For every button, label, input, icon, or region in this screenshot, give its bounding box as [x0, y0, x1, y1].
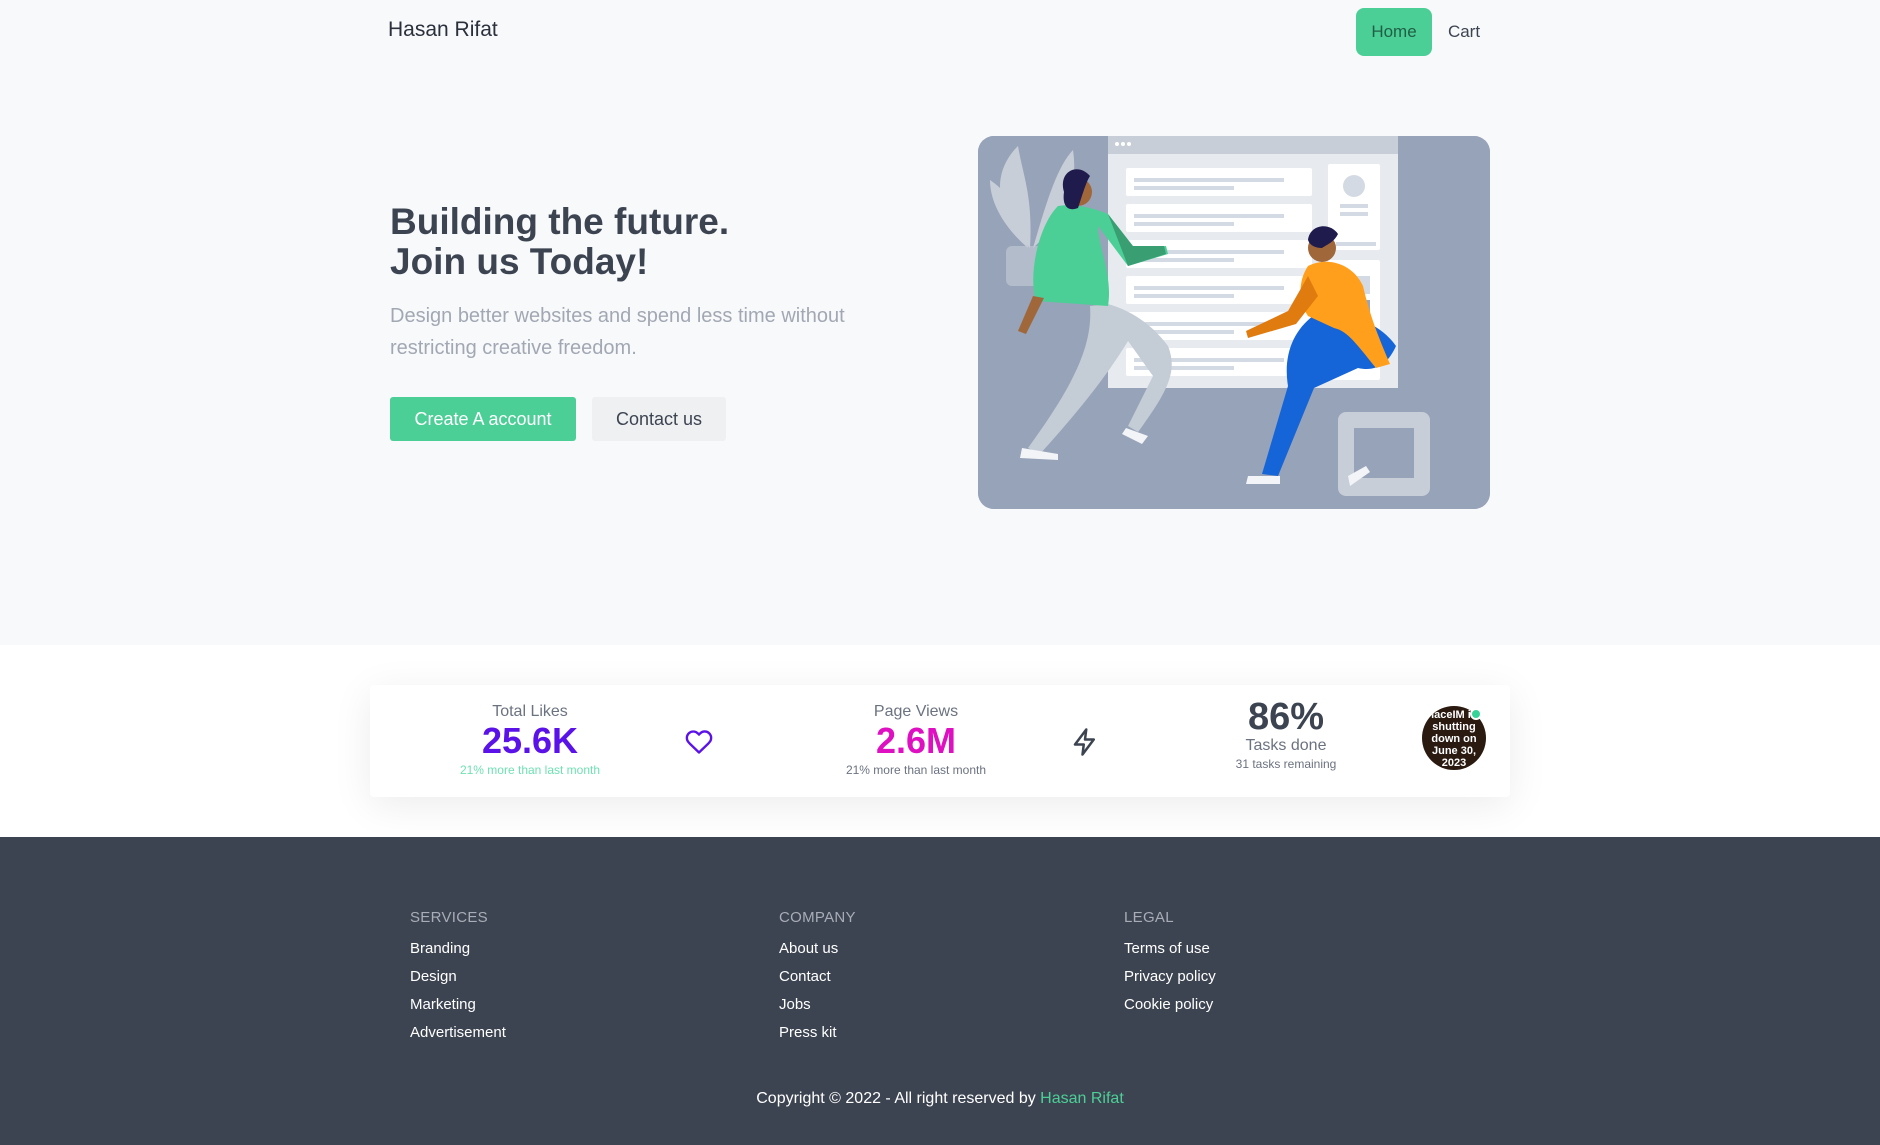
- footer-legal: LEGAL Terms of use Privacy policy Cookie…: [1124, 909, 1216, 1024]
- hero-title-line1: Building the future.: [390, 201, 730, 242]
- nav-home-button[interactable]: Home: [1356, 8, 1432, 56]
- stat-value: 2.6M: [875, 720, 957, 761]
- hero-subtitle: Design better websites and spend less ti…: [390, 305, 845, 359]
- footer-heading: LEGAL: [1124, 909, 1174, 926]
- navbar: Hasan Rifat Home Cart: [0, 0, 1880, 62]
- create-account-button[interactable]: Create A account: [390, 397, 576, 441]
- footer-heading: SERVICES: [410, 909, 488, 926]
- hero-title-line2: Join us Today!: [390, 241, 649, 282]
- footer-link-about[interactable]: About us: [779, 940, 856, 968]
- footer-link-advertisement[interactable]: Advertisement: [410, 1024, 506, 1052]
- contact-us-button[interactable]: Contact us: [592, 397, 726, 441]
- footer-company: COMPANY About us Contact Jobs Press kit: [779, 909, 856, 1052]
- copyright: Copyright © 2022 - All right reserved by…: [0, 1090, 1880, 1108]
- stat-desc: 21% more than last month: [845, 763, 987, 777]
- hero-title: Building the future. Join us Today!: [390, 202, 910, 282]
- stat-value: 86%: [1247, 696, 1325, 738]
- footer-link-press-kit[interactable]: Press kit: [779, 1024, 856, 1052]
- stat-tasks-done: 86% Tasks done 31 tasks remaining: [1206, 697, 1366, 771]
- stat-title: Total Likes: [492, 703, 568, 720]
- stat-page-views: Page Views 2.6M 21% more than last month: [826, 703, 1006, 777]
- footer-link-privacy[interactable]: Privacy policy: [1124, 968, 1216, 996]
- footer-link-marketing[interactable]: Marketing: [410, 996, 506, 1024]
- brand-name[interactable]: Hasan Rifat: [388, 18, 498, 42]
- footer-link-terms[interactable]: Terms of use: [1124, 940, 1216, 968]
- heart-icon: [684, 728, 714, 756]
- nav-cart-link[interactable]: Cart: [1440, 8, 1488, 56]
- footer-link-branding[interactable]: Branding: [410, 940, 506, 968]
- stat-desc: 21% more than last month: [459, 763, 601, 777]
- footer-link-design[interactable]: Design: [410, 968, 506, 996]
- stat-title: Page Views: [873, 703, 959, 720]
- online-status-dot: [1470, 708, 1482, 720]
- stat-title: Tasks done: [1245, 737, 1327, 754]
- footer-heading: COMPANY: [779, 909, 856, 926]
- footer-services: SERVICES Branding Design Marketing Adver…: [410, 909, 506, 1052]
- stat-value: 25.6K: [481, 720, 579, 761]
- footer-link-contact[interactable]: Contact: [779, 968, 856, 996]
- stat-total-likes: Total Likes 25.6K 21% more than last mon…: [440, 703, 620, 777]
- hero-illustration: [978, 136, 1490, 509]
- bolt-icon: [1070, 726, 1100, 758]
- footer-link-jobs[interactable]: Jobs: [779, 996, 856, 1024]
- copyright-author-link[interactable]: Hasan Rifat: [1040, 1090, 1124, 1107]
- copyright-text: Copyright © 2022 - All right reserved by: [756, 1090, 1036, 1107]
- footer-link-cookie[interactable]: Cookie policy: [1124, 996, 1216, 1024]
- stat-desc: 31 tasks remaining: [1235, 757, 1337, 771]
